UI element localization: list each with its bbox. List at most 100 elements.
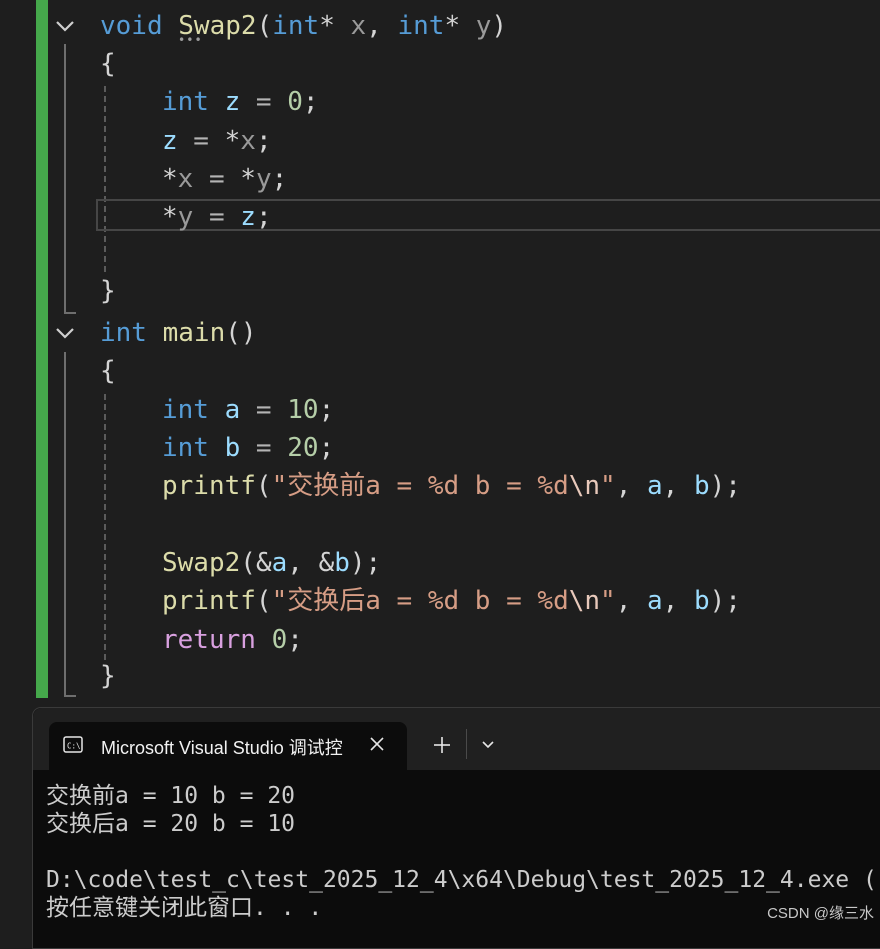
code-token: int: [397, 11, 445, 41]
code-token: {: [100, 356, 116, 386]
fold-guide-swap2: [64, 44, 66, 314]
collapse-swap2-icon[interactable]: [54, 15, 76, 37]
code-token: ;: [255, 202, 272, 232]
code-token: ;: [302, 87, 319, 117]
code-token: *: [444, 11, 476, 41]
code-editor[interactable]: void Swap2(int* x, int* y) { int z = 0; …: [0, 0, 880, 700]
code-token: \n: [568, 471, 601, 501]
code-token: &: [318, 548, 335, 578]
code-token: );: [349, 548, 382, 578]
chevron-down-icon[interactable]: [479, 736, 497, 754]
code-line[interactable]: {: [100, 45, 116, 83]
code-token: x: [350, 11, 367, 41]
code-line[interactable]: printf("交换后a = %d b = %d\n", a, b);: [162, 582, 741, 620]
code-token: }: [100, 276, 116, 306]
code-line[interactable]: }: [100, 657, 116, 695]
console-output-line: 交换前a = 10 b = 20: [46, 783, 296, 809]
code-line[interactable]: int z = 0;: [162, 83, 319, 121]
svg-text:C:\: C:\: [67, 742, 81, 751]
close-tab-icon[interactable]: [367, 734, 387, 754]
code-line[interactable]: z = *x;: [162, 122, 272, 160]
code-token: b: [693, 471, 710, 501]
code-token: ;: [271, 164, 288, 194]
code-line[interactable]: int a = 10;: [162, 391, 334, 429]
collapse-main-icon[interactable]: [54, 322, 76, 344]
code-token: 0: [287, 87, 303, 117]
code-token: z: [240, 202, 256, 232]
code-line[interactable]: }: [100, 272, 116, 310]
console-output-line: 按任意键关闭此窗口. . .: [46, 895, 323, 921]
code-token: (: [256, 11, 273, 41]
code-token: a: [224, 395, 241, 425]
code-line[interactable]: int main(): [100, 314, 257, 352]
code-token: \n: [568, 586, 601, 616]
code-token: *: [162, 164, 178, 194]
code-token: int: [162, 433, 209, 463]
code-token: b: [693, 586, 710, 616]
code-token: ,: [615, 471, 648, 501]
code-token: *: [319, 11, 351, 41]
code-line[interactable]: {: [100, 352, 116, 390]
code-token: printf: [162, 586, 256, 616]
code-token: printf: [162, 471, 256, 501]
code-token: ): [491, 11, 508, 41]
code-token: a: [647, 586, 663, 616]
code-line[interactable]: int b = 20;: [162, 429, 334, 467]
code-token: (: [255, 586, 272, 616]
code-token: x: [240, 126, 256, 156]
code-token: );: [709, 586, 741, 616]
code-token: =: [240, 87, 288, 117]
indent-guide-main: [104, 394, 106, 660]
code-token: y: [475, 11, 492, 41]
code-token: "交换后a = %d b = %d: [271, 586, 569, 616]
console-tab[interactable]: C:\ Microsoft Visual Studio 调试控: [49, 722, 407, 770]
code-token: a: [647, 471, 663, 501]
code-line[interactable]: *y = z;: [162, 198, 272, 236]
code-token: *: [162, 202, 178, 232]
console-output-line: D:\code\test_c\test_2025_12_4\x64\Debug\…: [46, 867, 877, 893]
fold-guide-swap2-end: [64, 312, 76, 314]
code-token: ;: [318, 395, 335, 425]
code-token: 0: [271, 625, 288, 655]
code-token: y: [255, 164, 272, 194]
code-token: int: [162, 87, 209, 117]
code-token: ": [600, 586, 616, 616]
indent-guide-swap2: [104, 86, 106, 272]
console-tab-title: Microsoft Visual Studio 调试控: [101, 738, 343, 758]
code-token: =: [177, 126, 225, 156]
terminal-icon: C:\: [63, 736, 83, 753]
code-token: (: [240, 548, 256, 578]
code-token: 10: [287, 395, 319, 425]
new-tab-plus-icon[interactable]: [431, 734, 453, 756]
code-token: ,: [287, 548, 319, 578]
code-token: b: [334, 548, 350, 578]
code-token: ,: [662, 586, 694, 616]
change-indicator-bar: [36, 0, 48, 698]
code-token: int: [100, 318, 147, 348]
code-token: return: [162, 625, 256, 655]
code-line[interactable]: printf("交换前a = %d b = %d\n", a, b);: [162, 467, 741, 505]
code-line[interactable]: Swap2(&a, &b);: [162, 544, 381, 582]
code-token: =: [193, 164, 241, 194]
code-line[interactable]: void Swap2(int* x, int* y): [100, 7, 507, 45]
watermark-text: CSDN @缘三水: [767, 905, 874, 922]
code-token: "交换前a = %d b = %d: [271, 471, 569, 501]
tab-separator: [466, 729, 467, 759]
code-token: void: [100, 11, 163, 41]
suggestion-dots-indicator[interactable]: •••: [178, 34, 206, 46]
code-line[interactable]: return 0;: [162, 621, 303, 659]
code-line[interactable]: *x = *y;: [162, 160, 287, 198]
code-token: (: [255, 471, 272, 501]
code-token: &: [255, 548, 272, 578]
code-token: =: [240, 433, 288, 463]
code-token: *: [224, 126, 241, 156]
code-token: a: [271, 548, 288, 578]
code-token: z: [162, 126, 178, 156]
debug-console-window: C:\ Microsoft Visual Studio 调试控 交换前a = 1…: [32, 707, 880, 949]
fold-guide-main: [64, 352, 66, 697]
